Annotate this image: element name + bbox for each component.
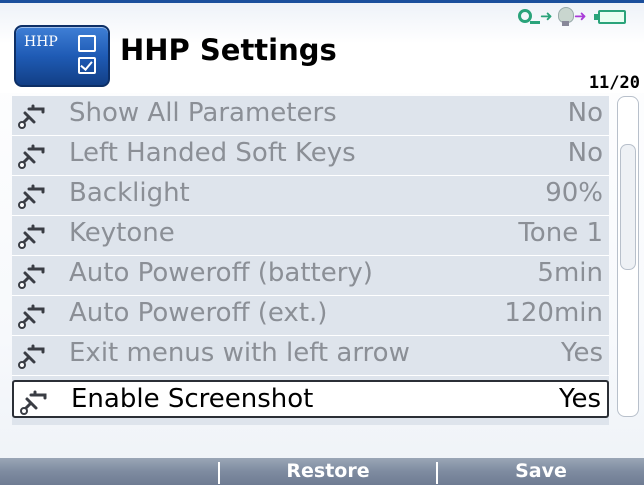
softkey-save-button[interactable]: Save [438, 458, 644, 485]
checkbox-checked-icon [78, 57, 96, 74]
page-counter: 11/20 [588, 73, 640, 93]
header: HHP HHP Settings 11/20 ➜ ➜ [0, 3, 644, 93]
scrollbar[interactable] [617, 96, 639, 417]
settings-row[interactable]: Auto Poweroff (battery) 5min [12, 256, 609, 296]
wrench-settings-icon [17, 184, 47, 210]
arrow-right-icon: ➜ [574, 7, 587, 25]
settings-row[interactable]: Backlight 90% [12, 176, 609, 216]
battery-icon [598, 10, 626, 24]
settings-row[interactable]: Keytone Tone 1 [12, 216, 609, 256]
arrow-right-icon: ➜ [540, 7, 553, 25]
wrench-settings-icon [17, 344, 47, 370]
settings-row[interactable]: Auto Poweroff (ext.) 120min [12, 296, 609, 336]
settings-row-label: Exit menus with left arrow [69, 338, 410, 368]
settings-row-label: Enable Screenshot [71, 384, 314, 414]
logo-text: HHP [24, 34, 58, 50]
checkbox-empty-icon [78, 35, 96, 52]
settings-row[interactable]: Exit menus with left arrow Yes [12, 336, 609, 376]
page-title: HHP Settings [120, 33, 337, 67]
settings-row-label: Auto Poweroff (battery) [69, 258, 373, 288]
wrench-settings-icon [17, 224, 47, 250]
wrench-settings-icon [19, 390, 49, 416]
settings-row-value: Yes [559, 384, 601, 414]
settings-row-value: Tone 1 [518, 218, 603, 248]
softkey-restore-button[interactable]: Restore [220, 458, 436, 485]
connection-line-icon [530, 21, 540, 24]
settings-row-value: No [567, 138, 603, 168]
hhp-screen: HHP HHP Settings 11/20 ➜ ➜ Show All Para… [0, 0, 644, 485]
softkey-bar: Restore Save [0, 458, 644, 485]
status-icons: ➜ ➜ [518, 7, 636, 29]
settings-row-value: No [567, 98, 603, 128]
wrench-settings-icon [17, 144, 47, 170]
settings-row[interactable]: Left Handed Soft Keys No [12, 136, 609, 176]
hhp-app-icon: HHP [14, 25, 110, 87]
settings-list: Show All Parameters No Left Handed Soft Ke… [12, 96, 609, 425]
settings-row-value: Yes [561, 338, 603, 368]
settings-row[interactable]: Enable Screenshot Yes [12, 380, 609, 418]
wrench-settings-icon [17, 264, 47, 290]
bulb-base-icon [562, 21, 569, 26]
settings-row-label: Left Handed Soft Keys [69, 138, 356, 168]
settings-row-value: 120min [504, 298, 603, 328]
softkey-left[interactable] [0, 458, 218, 485]
settings-row-value: 5min [537, 258, 603, 288]
settings-row-label: Show All Parameters [69, 98, 337, 128]
settings-row-value: 90% [545, 178, 603, 208]
settings-row[interactable]: Show All Parameters No [12, 96, 609, 136]
wrench-settings-icon [17, 304, 47, 330]
wrench-settings-icon [17, 104, 47, 130]
settings-row-label: Keytone [69, 218, 175, 248]
scrollbar-thumb[interactable] [620, 144, 636, 270]
settings-row-label: Auto Poweroff (ext.) [69, 298, 328, 328]
settings-row-label: Backlight [69, 178, 190, 208]
